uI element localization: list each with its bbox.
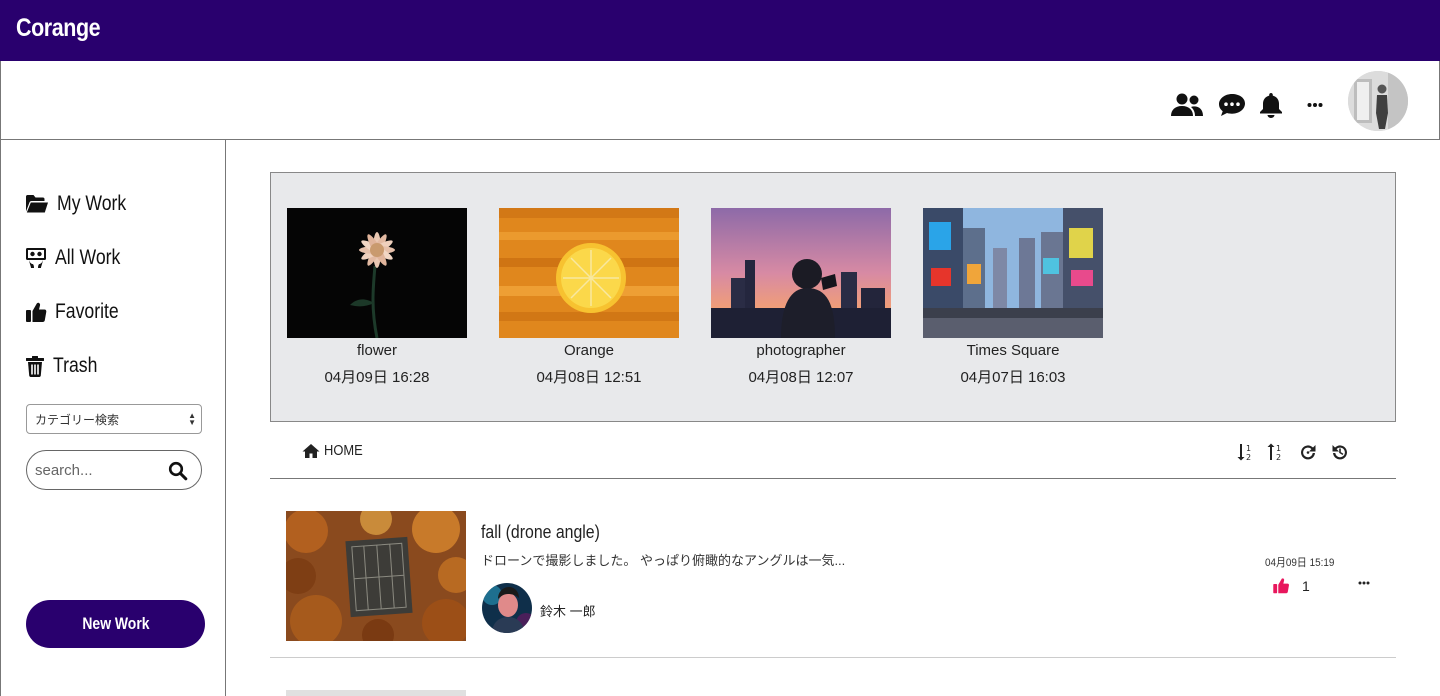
svg-text:2: 2: [1246, 453, 1251, 461]
recent-date: 04月08日 12:07: [748, 369, 854, 386]
sidebar-item-favorite[interactable]: Favorite: [25, 297, 131, 327]
recent-title: Orange: [563, 342, 615, 359]
user-avatar[interactable]: [1348, 71, 1408, 131]
users-icon[interactable]: [1171, 91, 1203, 119]
next-post-thumbnail-peek: [286, 690, 466, 696]
recent-date: 04月08日 12:51: [536, 369, 642, 386]
category-select[interactable]: カテゴリー検索 ▲ ▼: [26, 404, 202, 434]
new-work-button[interactable]: New Work: [26, 600, 205, 648]
post-description: ドローンで撮影しました。 やっぱり俯瞰的なアングルは一気...: [481, 553, 846, 568]
sort-numeric-asc-icon[interactable]: 12: [1236, 442, 1256, 462]
sidebar-item-label: Trash: [53, 354, 98, 377]
sidebar-item-trash[interactable]: Trash: [25, 351, 106, 381]
sidebar: My Work All Work Favorite Trash カテゴリー検索 …: [0, 140, 226, 696]
thumbs-up-icon: [26, 302, 47, 322]
recent-title: Times Square: [966, 342, 1060, 359]
recent-works-panel: flower 04月09日 16:28 Orange 04月08日 12:51 …: [270, 172, 1396, 422]
recent-thumbnail: [287, 208, 467, 338]
breadcrumb[interactable]: HOME: [302, 442, 369, 459]
thumbs-up-icon: [1273, 578, 1289, 594]
app-topbar: Corange: [0, 0, 1440, 61]
svg-text:2: 2: [1276, 453, 1281, 461]
svg-text:1: 1: [1276, 444, 1281, 453]
post-title[interactable]: fall (drone angle): [481, 522, 600, 543]
recent-card[interactable]: Orange 04月08日 12:51: [499, 208, 679, 387]
author-avatar[interactable]: [482, 583, 532, 633]
list-item: fall (drone angle) ドローンで撮影しました。 やっぱり俯瞰的な…: [270, 480, 1396, 658]
search-icon[interactable]: [168, 461, 188, 481]
sidebar-item-label: My Work: [57, 192, 127, 215]
sidebar-item-my-work[interactable]: My Work: [25, 189, 139, 219]
post-date: 04月09日 15:19: [1265, 557, 1335, 569]
history-icon[interactable]: [1330, 442, 1350, 462]
recent-date: 04月09日 16:28: [324, 369, 430, 386]
sort-numeric-desc-icon[interactable]: 12: [1266, 442, 1286, 462]
slideshare-icon: [26, 248, 46, 268]
author-name[interactable]: 鈴木 一郎: [540, 601, 596, 620]
recent-card[interactable]: Times Square 04月07日 16:03: [923, 208, 1103, 387]
category-select-value: カテゴリー検索: [35, 412, 120, 427]
new-work-label: New Work: [81, 614, 150, 633]
bell-icon[interactable]: [1255, 91, 1287, 119]
home-icon: [302, 443, 320, 458]
select-arrows-icon: ▲ ▼: [188, 411, 196, 427]
recent-thumbnail: [711, 208, 891, 338]
recent-date: 04月07日 16:03: [960, 369, 1066, 386]
redo-icon[interactable]: [1298, 442, 1318, 462]
brand-logo[interactable]: Corange: [16, 14, 101, 43]
recent-title: flower: [356, 342, 397, 359]
sidebar-item-label: All Work: [55, 246, 121, 269]
post-more-icon[interactable]: [1355, 577, 1373, 589]
search-field: [26, 450, 202, 490]
breadcrumb-home: HOME: [324, 442, 363, 459]
recent-title: photographer: [756, 342, 846, 359]
like-count: 1: [1302, 577, 1310, 594]
folder-open-icon: [26, 195, 48, 213]
post-thumbnail[interactable]: [286, 511, 466, 641]
search-input[interactable]: [35, 459, 160, 481]
recent-thumbnail: [923, 208, 1103, 338]
recent-card[interactable]: photographer 04月08日 12:07: [711, 208, 891, 387]
svg-text:1: 1: [1246, 444, 1251, 453]
list-toolbar: HOME 12 12: [270, 430, 1396, 479]
recent-thumbnail: [499, 208, 679, 338]
header-bar: [0, 61, 1440, 140]
sidebar-item-label: Favorite: [55, 300, 119, 323]
chat-icon[interactable]: [1216, 91, 1248, 119]
more-icon[interactable]: [1299, 91, 1331, 119]
sidebar-item-all-work[interactable]: All Work: [25, 243, 133, 273]
trash-icon: [26, 356, 44, 377]
like-button[interactable]: 1: [1272, 577, 1310, 594]
recent-card[interactable]: flower 04月09日 16:28: [287, 208, 467, 387]
